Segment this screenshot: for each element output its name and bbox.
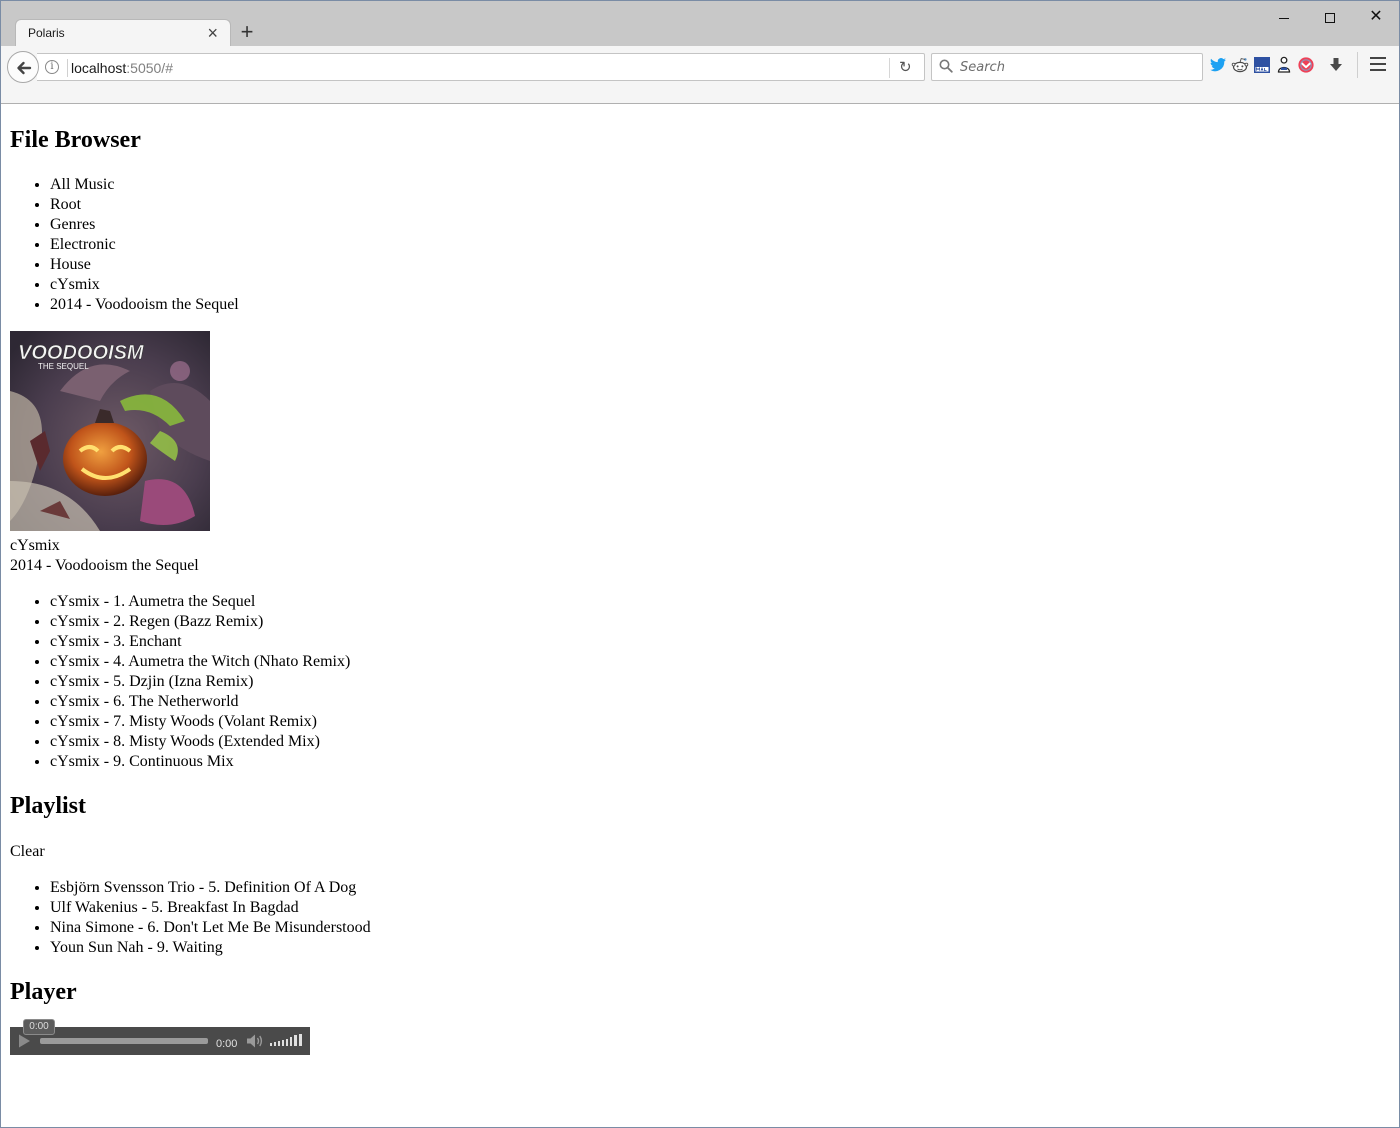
track-item[interactable]: cYsmix - 7. Misty Woods (Volant Remix): [50, 712, 350, 732]
new-tab-button[interactable]: +: [237, 20, 257, 44]
breadcrumb-item[interactable]: Genres: [50, 215, 239, 235]
current-time: 0:00: [216, 1038, 238, 1050]
track-item[interactable]: cYsmix - 2. Regen (Bazz Remix): [50, 612, 350, 632]
track-item[interactable]: cYsmix - 1. Aumetra the Sequel: [50, 592, 350, 612]
url-text[interactable]: localhost:5050/#: [71, 60, 173, 76]
track-item[interactable]: cYsmix - 6. The Netherworld: [50, 692, 350, 712]
download-icon[interactable]: [1327, 56, 1345, 74]
album-cover-art: VOODOOISM THE SEQUEL: [10, 331, 210, 531]
breadcrumb-item[interactable]: All Music: [50, 175, 239, 195]
playlist-heading: Playlist: [10, 793, 86, 819]
volume-icon[interactable]: [246, 1033, 264, 1049]
track-item[interactable]: cYsmix - 4. Aumetra the Witch (Nhato Rem…: [50, 652, 350, 672]
browser-window: Polaris × + ✕ i localhost:5050/# ↻ Searc…: [0, 0, 1400, 1128]
mal-icon[interactable]: [1253, 56, 1271, 74]
info-icon[interactable]: i: [45, 60, 59, 74]
tab-close-icon[interactable]: ×: [207, 22, 218, 44]
play-icon[interactable]: [16, 1033, 32, 1049]
twitter-icon[interactable]: [1209, 56, 1227, 74]
reddit-icon[interactable]: [1231, 56, 1249, 74]
toolbar-divider: [1357, 52, 1358, 78]
audio-player: 0:00 0:00: [10, 1019, 310, 1055]
volume-slider[interactable]: [270, 1034, 304, 1048]
breadcrumb-item[interactable]: Electronic: [50, 235, 239, 255]
breadcrumb-item[interactable]: cYsmix: [50, 275, 239, 295]
album-artist: cYsmix: [10, 537, 60, 554]
track-list: cYsmix - 1. Aumetra the Sequel cYsmix - …: [10, 592, 350, 772]
url-host: localhost: [71, 60, 127, 76]
hamburger-menu-icon[interactable]: [1370, 57, 1386, 71]
url-separator: [67, 59, 68, 77]
minimize-button[interactable]: [1261, 1, 1307, 33]
playlist-item[interactable]: Youn Sun Nah - 9. Waiting: [50, 938, 371, 958]
maximize-icon: [1325, 13, 1335, 24]
back-arrow-icon: [17, 61, 32, 75]
breadcrumb-item[interactable]: Root: [50, 195, 239, 215]
person-icon[interactable]: [1275, 56, 1293, 74]
playlist-item[interactable]: Nina Simone - 6. Don't Let Me Be Misunde…: [50, 918, 371, 938]
navigation-bar: i localhost:5050/# ↻: [1, 46, 1399, 104]
clear-playlist-button[interactable]: Clear: [10, 842, 45, 862]
maximize-button[interactable]: [1307, 1, 1353, 33]
breadcrumb-item[interactable]: 2014 - Voodooism the Sequel: [50, 295, 239, 315]
seek-bar[interactable]: [40, 1038, 208, 1044]
title-bar: Polaris × + ✕: [1, 1, 1399, 47]
cover-subtitle-text: THE SEQUEL: [38, 362, 89, 371]
player-heading: Player: [10, 979, 77, 1005]
playlist-item[interactable]: Esbjörn Svensson Trio - 5. Definition Of…: [50, 878, 371, 898]
minimize-icon: [1279, 17, 1289, 19]
track-item[interactable]: cYsmix - 5. Dzjin (Izna Remix): [50, 672, 350, 692]
url-port-path: :5050/#: [126, 60, 173, 76]
tab-title: Polaris: [28, 26, 65, 40]
file-browser-heading: File Browser: [10, 127, 141, 153]
tab-polaris[interactable]: Polaris ×: [15, 19, 231, 47]
album-title: 2014 - Voodooism the Sequel: [10, 557, 199, 574]
search-icon: [939, 59, 953, 73]
playlist-list: Esbjörn Svensson Trio - 5. Definition Of…: [10, 878, 371, 958]
search-box[interactable]: [931, 53, 1203, 81]
reload-icon[interactable]: ↻: [899, 60, 912, 76]
playlist-item[interactable]: Ulf Wakenius - 5. Breakfast In Bagdad: [50, 898, 371, 918]
cover-title-text: VOODOOISM: [18, 342, 145, 364]
back-button[interactable]: [7, 51, 39, 83]
track-item[interactable]: cYsmix - 8. Misty Woods (Extended Mix): [50, 732, 350, 752]
search-input[interactable]: [958, 57, 1198, 77]
album-cover[interactable]: VOODOOISM THE SEQUEL: [10, 331, 210, 531]
pocket-icon[interactable]: [1297, 56, 1315, 74]
seek-time-tooltip: 0:00: [23, 1019, 55, 1035]
breadcrumb-list: All Music Root Genres Electronic House c…: [10, 175, 239, 315]
track-item[interactable]: cYsmix - 9. Continuous Mix: [50, 752, 350, 772]
track-item[interactable]: cYsmix - 3. Enchant: [50, 632, 350, 652]
breadcrumb-item[interactable]: House: [50, 255, 239, 275]
url-bar[interactable]: i localhost:5050/# ↻: [37, 53, 925, 81]
url-divider: [889, 58, 890, 78]
window-close-button[interactable]: ✕: [1353, 1, 1399, 33]
